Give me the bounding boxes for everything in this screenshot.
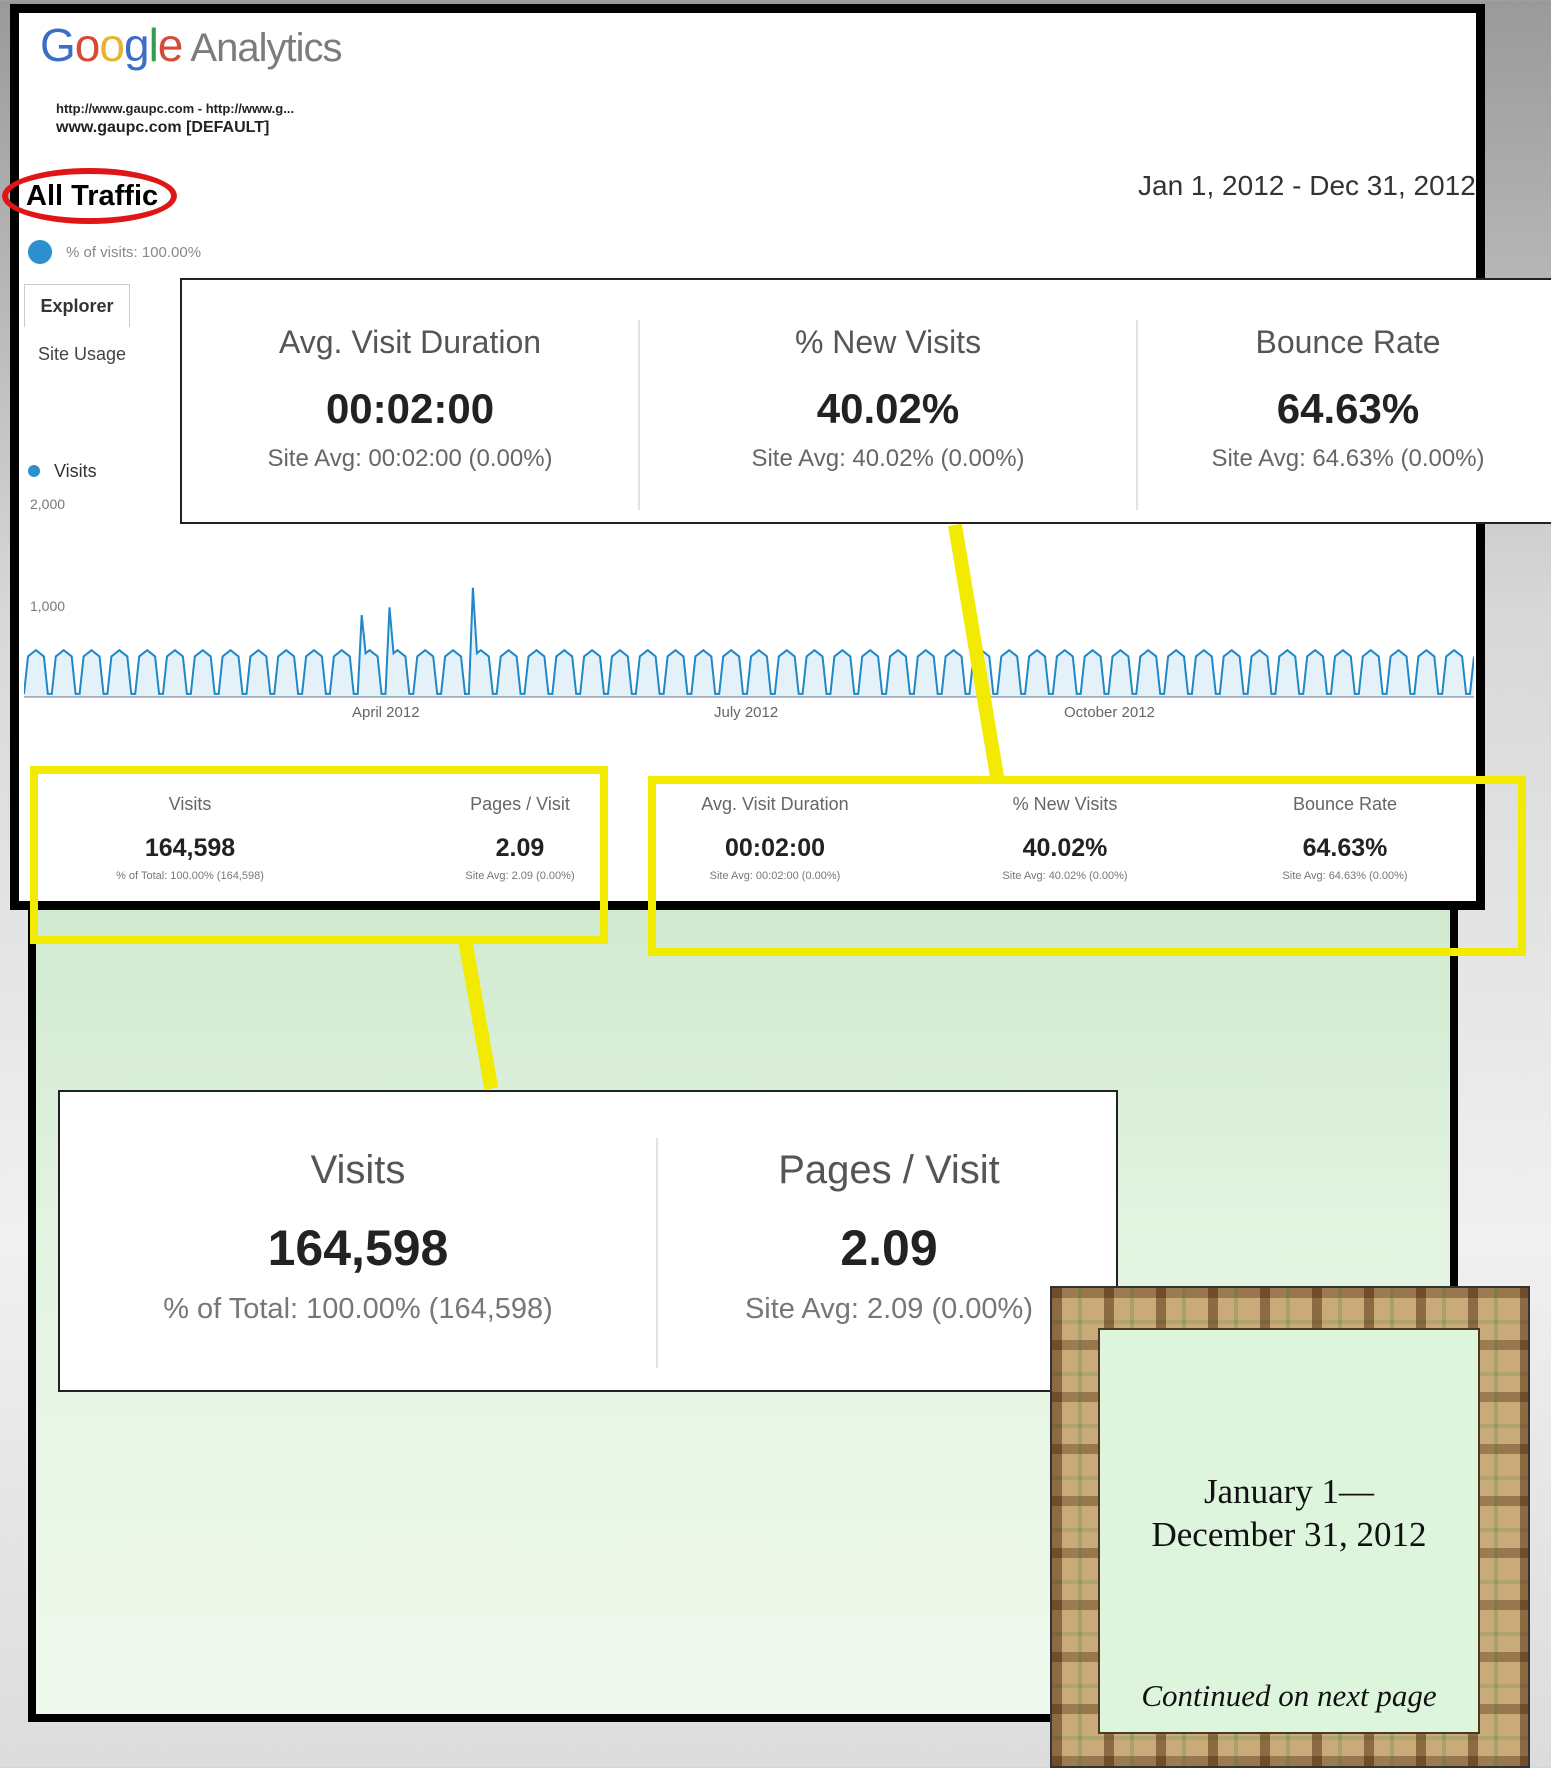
- continued-note: Continued on next page: [1141, 1678, 1437, 1713]
- tab-explorer[interactable]: Explorer: [24, 284, 130, 327]
- zoom-visits-value: 164,598: [267, 1220, 449, 1276]
- zoom-new-visits-value: 40.02%: [816, 385, 960, 432]
- legend-visits-label[interactable]: Visits: [54, 461, 97, 482]
- zoom-new-visits: % New Visits 40.02% Site Avg: 40.02% (0.…: [640, 280, 1136, 522]
- note-date-line1: January 1—: [1203, 1472, 1375, 1511]
- red-highlight-circle: [2, 168, 177, 224]
- zoom-bounce-rate-label: Bounce Rate: [1255, 324, 1441, 360]
- zoom-visits-sub: % of Total: 100.00% (164,598): [163, 1293, 553, 1325]
- zoom-divider: [656, 1138, 658, 1368]
- visits-line-chart: [24, 587, 1474, 698]
- y-tick-2000: 2,000: [30, 496, 66, 512]
- tab-site-usage[interactable]: Site Usage: [38, 344, 126, 365]
- google-analytics-logo: Google Analytics: [40, 19, 342, 71]
- zoom-visits-label: Visits: [310, 1148, 406, 1192]
- date-range-picker[interactable]: Jan 1, 2012 - Dec 31, 2012: [1138, 170, 1476, 202]
- zoom-visits: Visits 164,598 % of Total: 100.00% (164,…: [60, 1092, 656, 1390]
- zoom-callout-visits: Visits 164,598 % of Total: 100.00% (164,…: [58, 1090, 1118, 1392]
- segment-percent: % of visits: 100.00%: [66, 244, 202, 261]
- legend-visits-icon: [28, 465, 40, 477]
- zoom-pages-per-visit-label: Pages / Visit: [778, 1148, 1000, 1192]
- x-tick-october: October 2012: [1064, 704, 1155, 721]
- zoom-avg-visit-duration-sub: Site Avg: 00:02:00 (0.00%): [267, 445, 553, 472]
- account-profile[interactable]: www.gaupc.com [DEFAULT]: [56, 119, 269, 137]
- zoom-new-visits-label: % New Visits: [794, 324, 982, 360]
- date-note-card: January 1— December 31, 2012 Continued o…: [1098, 1328, 1480, 1734]
- zoom-pages-per-visit-value: 2.09: [840, 1220, 938, 1276]
- x-tick-july: July 2012: [714, 704, 779, 721]
- zoom-avg-visit-duration-value: 00:02:00: [325, 385, 495, 432]
- zoom-new-visits-sub: Site Avg: 40.02% (0.00%): [751, 445, 1025, 472]
- zoom-avg-visit-duration-label: Avg. Visit Duration: [278, 324, 542, 360]
- yellow-highlight-left: [30, 766, 608, 944]
- zoom-bounce-rate: Bounce Rate 64.63% Site Avg: 64.63% (0.0…: [1138, 280, 1551, 522]
- yellow-highlight-right: [648, 776, 1526, 956]
- zoom-bounce-rate-sub: Site Avg: 64.63% (0.00%): [1211, 445, 1485, 472]
- segment-pie-icon: [28, 240, 52, 264]
- note-date-line2: December 31, 2012: [1151, 1515, 1427, 1554]
- x-tick-april: April 2012: [352, 704, 420, 721]
- zoom-callout-engagement: Avg. Visit Duration 00:02:00 Site Avg: 0…: [180, 278, 1551, 524]
- zoom-avg-visit-duration: Avg. Visit Duration 00:02:00 Site Avg: 0…: [182, 280, 638, 522]
- account-url[interactable]: http://www.gaupc.com - http://www.g...: [56, 101, 294, 116]
- zoom-bounce-rate-value: 64.63%: [1276, 385, 1420, 432]
